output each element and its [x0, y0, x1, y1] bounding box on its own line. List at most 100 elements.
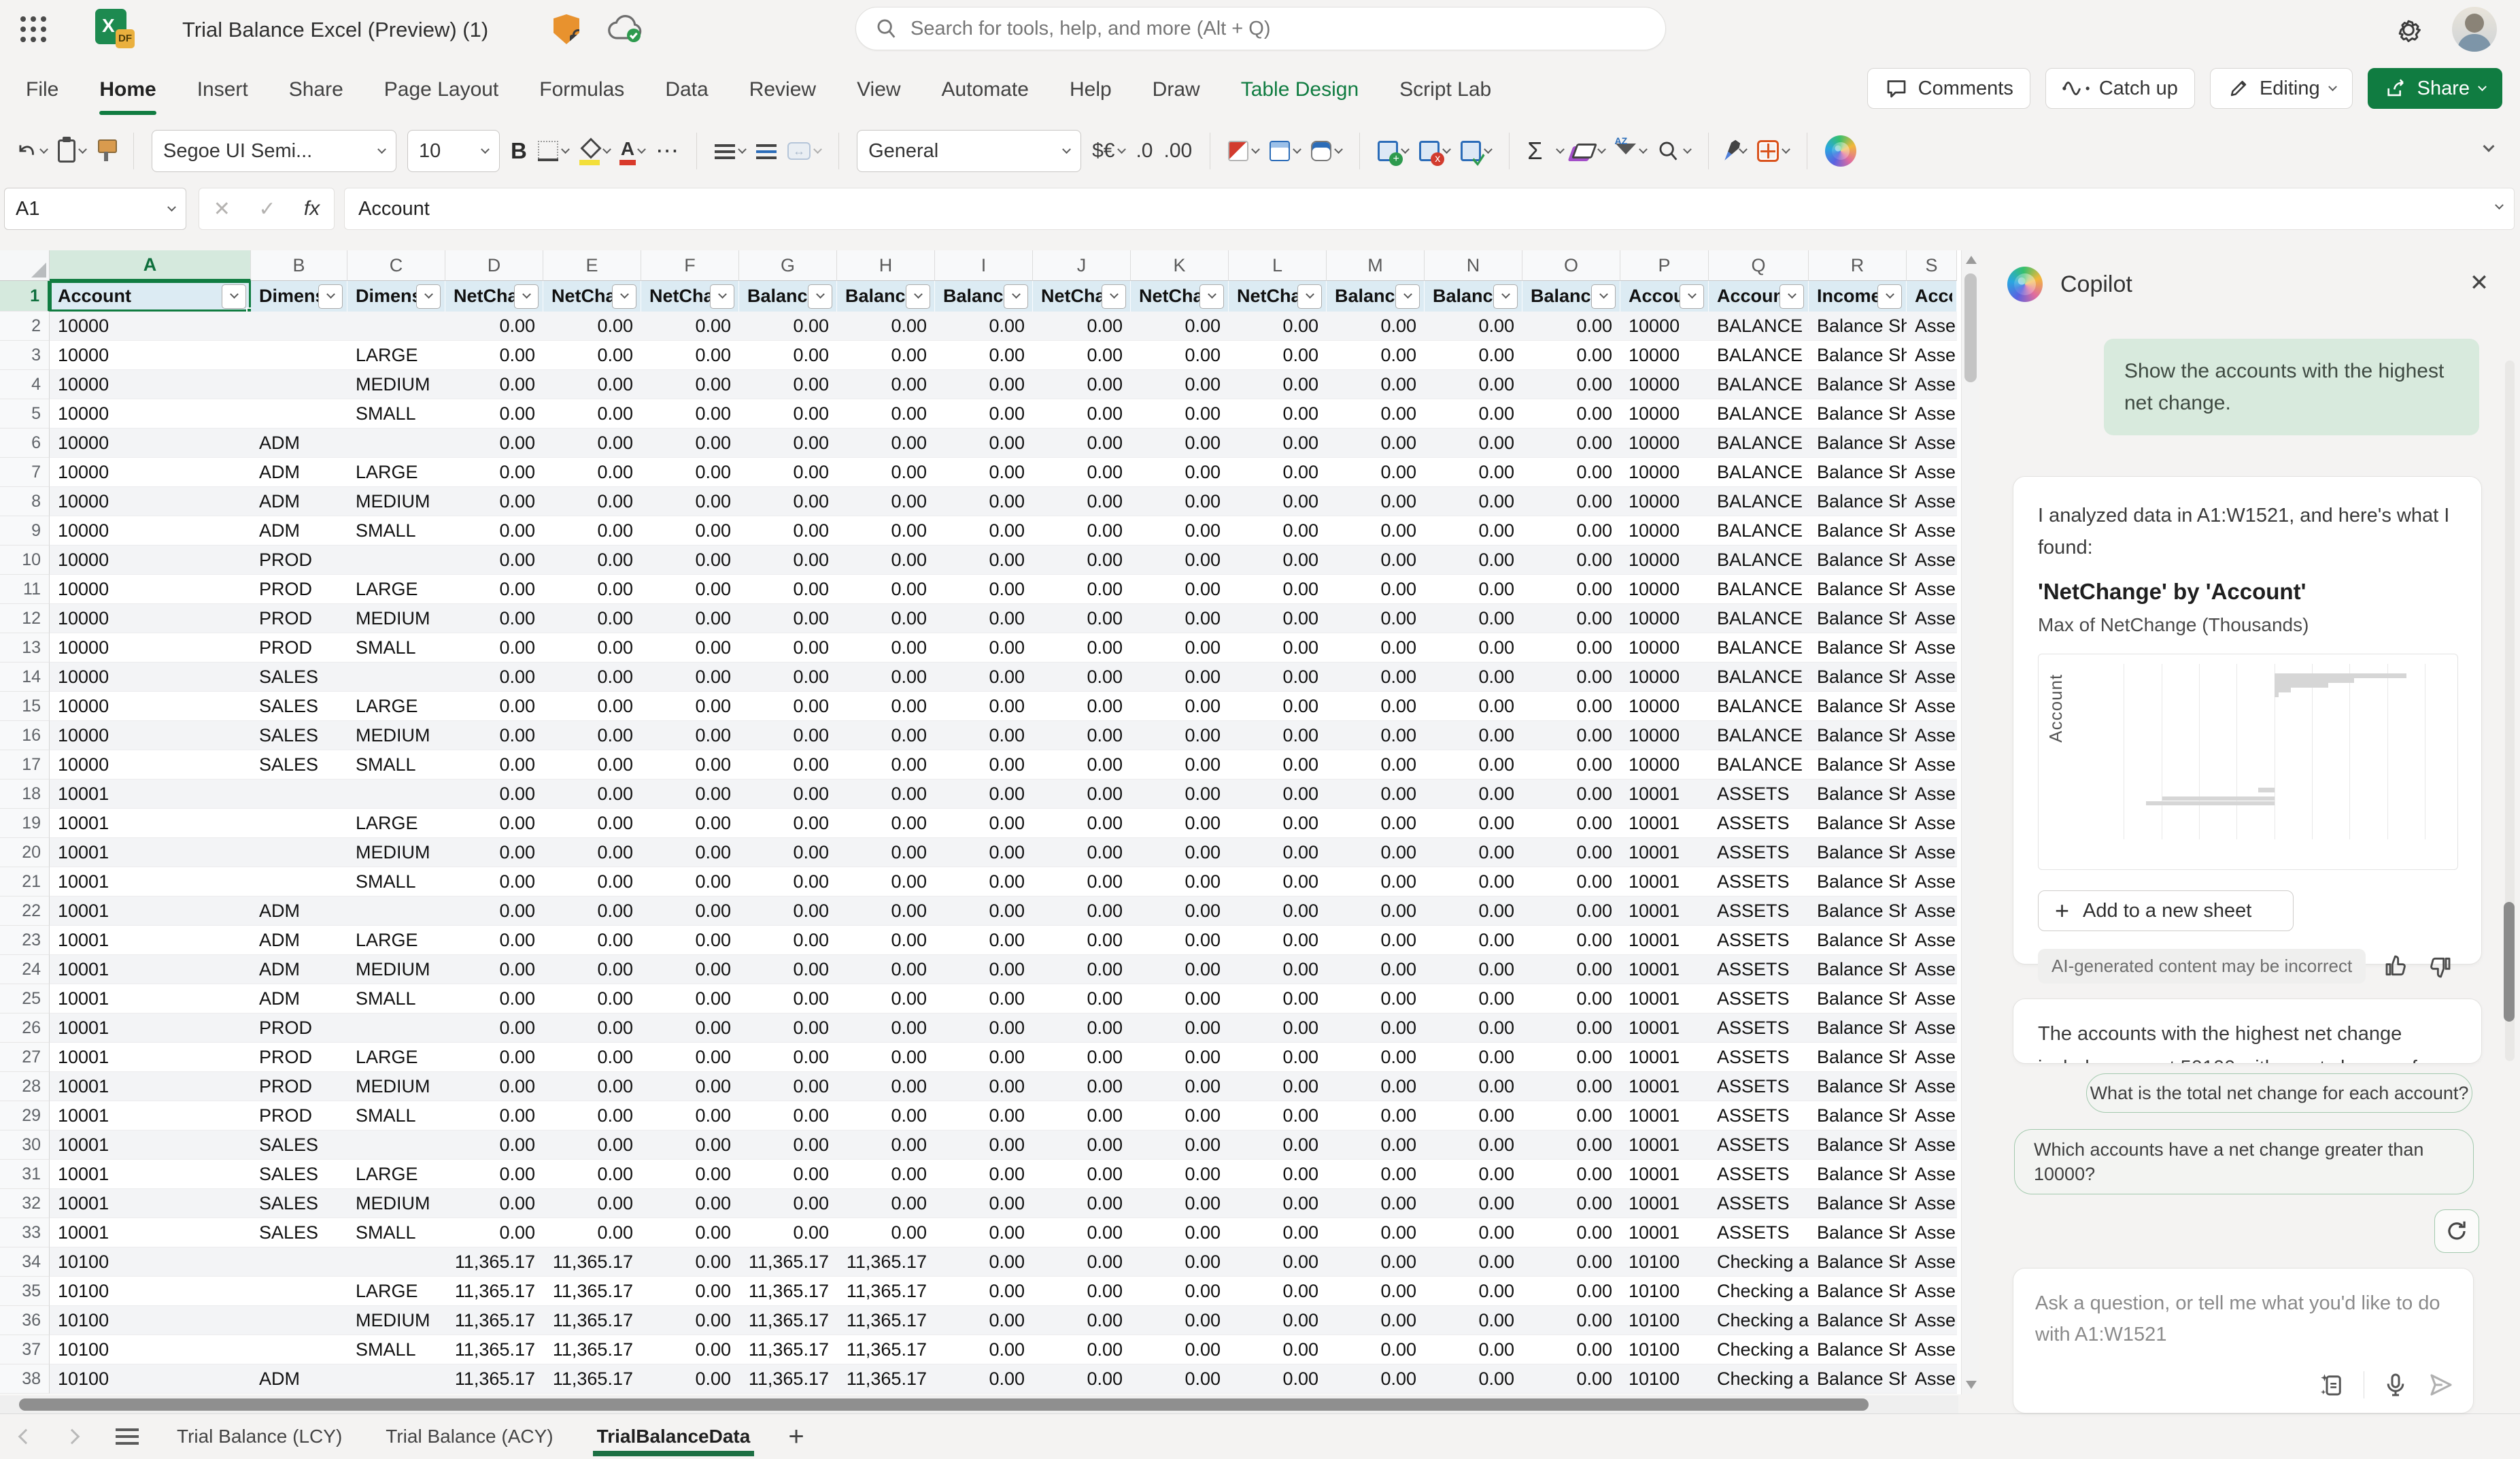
cell-R10[interactable]: Balance Sh — [1809, 546, 1907, 575]
cell-M38[interactable]: 0.00 — [1327, 1364, 1425, 1394]
ribbon-tab-share[interactable]: Share — [288, 74, 345, 105]
cell-D19[interactable]: 0.00 — [445, 809, 543, 838]
cell-F34[interactable]: 0.00 — [641, 1247, 739, 1277]
row-header-1[interactable]: 1 — [0, 281, 50, 312]
cell-G5[interactable]: 0.00 — [739, 399, 837, 429]
cell-E31[interactable]: 0.00 — [543, 1160, 641, 1189]
cell-O38[interactable]: 0.00 — [1522, 1364, 1620, 1394]
cell-N37[interactable]: 0.00 — [1425, 1335, 1522, 1364]
cell-Q38[interactable]: Checking a — [1709, 1364, 1809, 1394]
cell-P36[interactable]: 10100 — [1620, 1306, 1709, 1335]
cell-M29[interactable]: 0.00 — [1327, 1101, 1425, 1130]
cell-R6[interactable]: Balance Sh — [1809, 429, 1907, 458]
cell-R29[interactable]: Balance Sh — [1809, 1101, 1907, 1130]
cell-I8[interactable]: 0.00 — [935, 487, 1033, 516]
cell-S13[interactable]: Asse — [1907, 633, 1957, 663]
cell-D25[interactable]: 0.00 — [445, 984, 543, 1013]
cell-F13[interactable]: 0.00 — [641, 633, 739, 663]
cell-S6[interactable]: Asse — [1907, 429, 1957, 458]
cell-C9[interactable]: SMALL — [347, 516, 445, 546]
cell-B30[interactable]: SALES — [251, 1130, 347, 1160]
cell-F24[interactable]: 0.00 — [641, 955, 739, 984]
cell-R26[interactable]: Balance Sh — [1809, 1013, 1907, 1043]
share-button[interactable]: Share — [2367, 68, 2502, 109]
cell-B4[interactable] — [251, 370, 347, 399]
cell-K26[interactable]: 0.00 — [1131, 1013, 1229, 1043]
insert-function-button[interactable]: fx — [304, 197, 320, 220]
cell-K27[interactable]: 0.00 — [1131, 1043, 1229, 1072]
cell-B31[interactable]: SALES — [251, 1160, 347, 1189]
cell-J8[interactable]: 0.00 — [1033, 487, 1131, 516]
cell-D13[interactable]: 0.00 — [445, 633, 543, 663]
cell-G16[interactable]: 0.00 — [739, 721, 837, 750]
autosum-button[interactable]: Σ — [1527, 137, 1565, 165]
cell-D8[interactable]: 0.00 — [445, 487, 543, 516]
cell-G31[interactable]: 0.00 — [739, 1160, 837, 1189]
cell-K31[interactable]: 0.00 — [1131, 1160, 1229, 1189]
cell-C4[interactable]: MEDIUM — [347, 370, 445, 399]
cell-S30[interactable]: Asse — [1907, 1130, 1957, 1160]
row-header-16[interactable]: 16 — [0, 721, 50, 750]
cell-S4[interactable]: Asse — [1907, 370, 1957, 399]
cell-F35[interactable]: 0.00 — [641, 1277, 739, 1306]
cell-O30[interactable]: 0.00 — [1522, 1130, 1620, 1160]
format-as-table-button[interactable] — [1270, 141, 1302, 161]
cell-G20[interactable]: 0.00 — [739, 838, 837, 867]
cell-A24[interactable]: 10001 — [50, 955, 251, 984]
cell-L38[interactable]: 0.00 — [1229, 1364, 1327, 1394]
cell-C27[interactable]: LARGE — [347, 1043, 445, 1072]
cell-S32[interactable]: Asse — [1907, 1189, 1957, 1218]
cell-G25[interactable]: 0.00 — [739, 984, 837, 1013]
row-header-9[interactable]: 9 — [0, 516, 50, 546]
cell-C20[interactable]: MEDIUM — [347, 838, 445, 867]
cell-H2[interactable]: 0.00 — [837, 312, 935, 341]
cell-I35[interactable]: 0.00 — [935, 1277, 1033, 1306]
cell-C19[interactable]: LARGE — [347, 809, 445, 838]
cell-G29[interactable]: 0.00 — [739, 1101, 837, 1130]
column-header-H[interactable]: H — [837, 250, 935, 281]
cell-S17[interactable]: Asse — [1907, 750, 1957, 779]
column-header-C[interactable]: C — [347, 250, 445, 281]
cell-K14[interactable]: 0.00 — [1131, 663, 1229, 692]
cell-L25[interactable]: 0.00 — [1229, 984, 1327, 1013]
cell-L14[interactable]: 0.00 — [1229, 663, 1327, 692]
cell-O37[interactable]: 0.00 — [1522, 1335, 1620, 1364]
cell-R36[interactable]: Balance Sh — [1809, 1306, 1907, 1335]
cell-F29[interactable]: 0.00 — [641, 1101, 739, 1130]
cell-R21[interactable]: Balance Sh — [1809, 867, 1907, 896]
cell-O34[interactable]: 0.00 — [1522, 1247, 1620, 1277]
cell-S20[interactable]: Asse — [1907, 838, 1957, 867]
sheet-tab-trial-balance-acy-[interactable]: Trial Balance (ACY) — [386, 1414, 553, 1459]
cell-E32[interactable]: 0.00 — [543, 1189, 641, 1218]
header-cell-G1[interactable]: Balance — [739, 281, 837, 312]
cell-O15[interactable]: 0.00 — [1522, 692, 1620, 721]
document-title[interactable]: Trial Balance Excel (Preview) (1) — [182, 18, 488, 42]
cell-N11[interactable]: 0.00 — [1425, 575, 1522, 604]
cell-N24[interactable]: 0.00 — [1425, 955, 1522, 984]
cell-J17[interactable]: 0.00 — [1033, 750, 1131, 779]
cell-P29[interactable]: 10001 — [1620, 1101, 1709, 1130]
cell-A28[interactable]: 10001 — [50, 1072, 251, 1101]
cell-F26[interactable]: 0.00 — [641, 1013, 739, 1043]
cell-O33[interactable]: 0.00 — [1522, 1218, 1620, 1247]
cell-S15[interactable]: Asse — [1907, 692, 1957, 721]
cell-N17[interactable]: 0.00 — [1425, 750, 1522, 779]
cell-A8[interactable]: 10000 — [50, 487, 251, 516]
cell-L8[interactable]: 0.00 — [1229, 487, 1327, 516]
cell-Q17[interactable]: BALANCE S — [1709, 750, 1809, 779]
cell-R32[interactable]: Balance Sh — [1809, 1189, 1907, 1218]
cell-E11[interactable]: 0.00 — [543, 575, 641, 604]
cell-R22[interactable]: Balance Sh — [1809, 896, 1907, 926]
cell-I20[interactable]: 0.00 — [935, 838, 1033, 867]
cell-P12[interactable]: 10000 — [1620, 604, 1709, 633]
undo-button[interactable] — [14, 139, 48, 163]
cell-S36[interactable]: Asse — [1907, 1306, 1957, 1335]
cell-S19[interactable]: Asse — [1907, 809, 1957, 838]
cell-H12[interactable]: 0.00 — [837, 604, 935, 633]
cell-M6[interactable]: 0.00 — [1327, 429, 1425, 458]
confirm-entry-button[interactable]: ✓ — [258, 197, 275, 221]
cell-D18[interactable]: 0.00 — [445, 779, 543, 809]
cell-Q14[interactable]: BALANCE S — [1709, 663, 1809, 692]
cell-O5[interactable]: 0.00 — [1522, 399, 1620, 429]
header-cell-K1[interactable]: NetCha — [1131, 281, 1229, 312]
